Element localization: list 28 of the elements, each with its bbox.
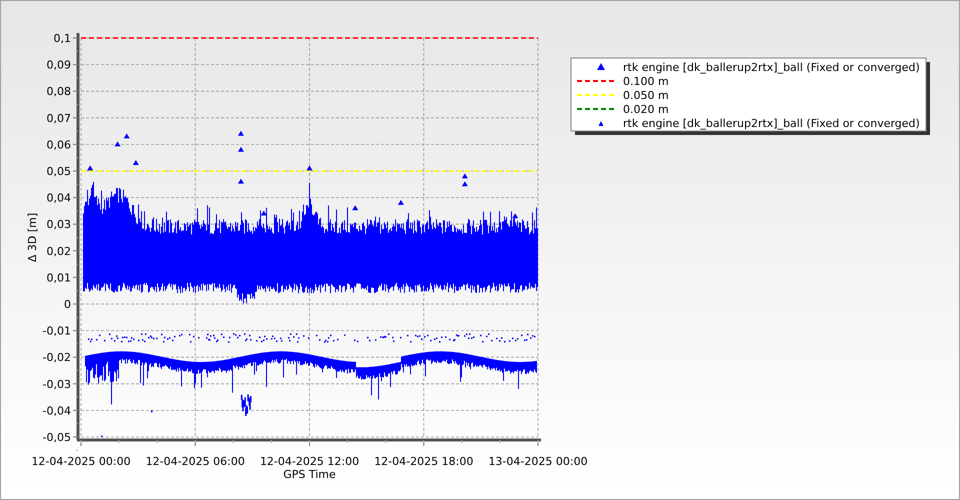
y-tick-label: -0,04 (42, 404, 71, 418)
x-tick-label: 13-04-2025 00:00 (488, 455, 588, 468)
y-tick-label: 0,06 (46, 138, 71, 152)
y-tick-label: 0,08 (46, 85, 71, 98)
x-tick-label: 12-04-2025 00:00 (31, 455, 131, 468)
legend-label: 0.050 m (623, 89, 669, 102)
legend-label: rtk engine [dk_ballerup2rtx]_ball (Fixed or converged) (623, 117, 920, 130)
legend-label: 0.100 m (623, 75, 669, 88)
x-axis-title: GPS Time (283, 468, 336, 481)
y-tick-label: 0,05 (46, 165, 71, 178)
y-tick-label: -0,03 (42, 378, 71, 391)
x-tick-label: 12-04-2025 06:00 (146, 455, 245, 468)
y-tick-label: 0,1 (54, 32, 71, 45)
y-tick-label: 0,03 (46, 218, 71, 232)
y-tick-label: 0,04 (46, 192, 71, 205)
y-tick-label: 0,01 (46, 271, 71, 284)
y-tick-label: -0,01 (42, 324, 71, 338)
y-tick-label: 0 (64, 298, 71, 311)
legend-label: rtk engine [dk_ballerup2rtx]_ball (Fixed or converged) (623, 61, 920, 74)
y-tick-label: 0,09 (46, 58, 71, 72)
y-tick-label: 0,07 (46, 112, 71, 125)
y-tick-label: -0,02 (42, 351, 71, 364)
legend-label: 0.020 m (623, 103, 669, 116)
y-axis-title: Δ 3D [m] (26, 212, 39, 262)
x-tick-label: 12-04-2025 12:00 (260, 455, 360, 468)
y-tick-label: -0,05 (42, 431, 71, 444)
y-tick-label: 0,02 (46, 244, 71, 258)
x-tick-label: 12-04-2025 18:00 (374, 455, 474, 468)
